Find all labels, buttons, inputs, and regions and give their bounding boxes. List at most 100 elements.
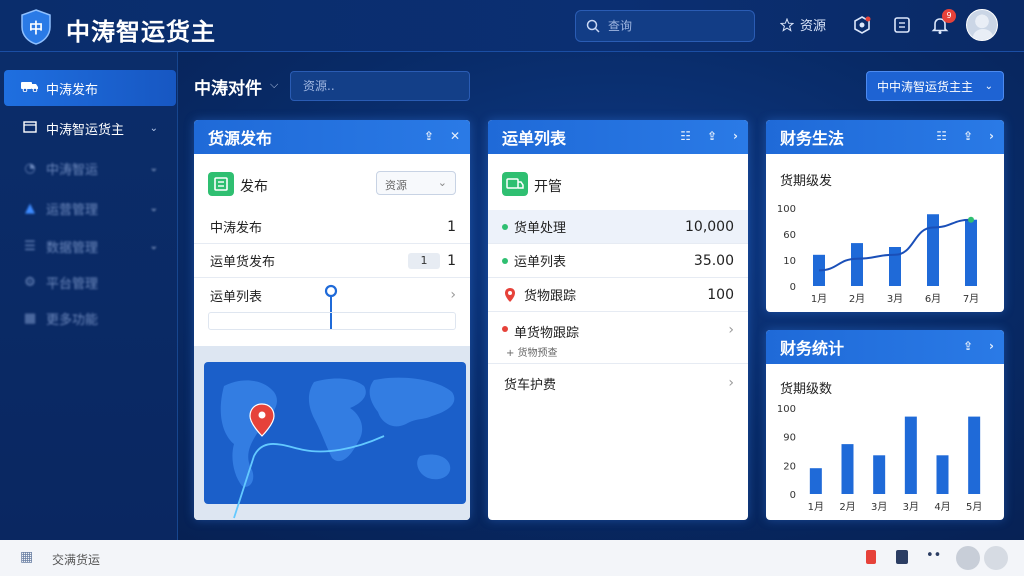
filter-icon[interactable]: ☷ <box>680 129 691 143</box>
sidebar-item-operations[interactable]: ▲ 运营管理 ⌄ <box>4 190 176 226</box>
close-icon[interactable]: ✕ <box>450 129 460 143</box>
bar <box>927 214 939 286</box>
chevron-right-icon[interactable]: › <box>733 129 738 143</box>
table-row[interactable]: 货车护费 › <box>488 366 748 400</box>
y-tick-label: 20 <box>783 461 796 472</box>
export-icon[interactable]: ⇪ <box>963 339 973 353</box>
row-sub-label: + 货物预查 <box>506 348 558 359</box>
chart-subtitle: 货期级数 <box>780 382 833 397</box>
row-value: 10,000 <box>685 218 734 235</box>
sidebar-item-publish[interactable]: 中涛发布 <box>4 70 176 106</box>
section-title[interactable]: 中涛对件 <box>194 74 262 99</box>
row-label: 货车护费 <box>504 377 557 393</box>
table-row[interactable]: 货单处理 10,000 <box>488 210 748 244</box>
panel-finance-bottom: 财务统计 ⇪ › 货期级数 100 90 20 0 1月 2月 3月 3月 4月 5月 <box>766 330 1004 520</box>
panel-title: 运单列表 <box>502 129 567 148</box>
alert-icon[interactable] <box>866 550 876 564</box>
sidebar-item-owner[interactable]: 中涛智运货主 ⌄ <box>4 110 176 146</box>
more-icon[interactable]: •• <box>926 548 941 563</box>
chevron-down-icon: ⌄ <box>437 176 447 189</box>
x-tick-label: 1月 <box>811 293 827 305</box>
chevron-down-icon: ⌄ <box>149 202 158 214</box>
bar <box>904 416 917 494</box>
bar <box>965 219 977 286</box>
header-search-input[interactable] <box>608 19 738 33</box>
resource-search-input[interactable] <box>303 79 453 93</box>
row-tag: 1 <box>408 253 440 269</box>
chevron-down-icon[interactable]: ⌵ <box>270 78 278 92</box>
resource-menu[interactable]: 资源 <box>780 15 826 34</box>
resource-label: 资源 <box>800 19 827 34</box>
location-pin-icon <box>505 287 515 302</box>
y-tick-label: 0 <box>790 490 796 501</box>
sidebar-item-label: 平台管理 <box>46 276 99 292</box>
chevron-right-icon: › <box>728 322 734 338</box>
search-icon <box>586 19 600 33</box>
chevron-down-icon: ⌄ <box>149 240 158 252</box>
panel-header: 财务生法 ☷ ⇪ › <box>766 120 1004 154</box>
sidebar-item-platform[interactable]: ⚙ 平台管理 <box>4 264 176 300</box>
user-avatar[interactable] <box>966 9 998 41</box>
truck-icon <box>20 80 40 96</box>
status-dot <box>502 257 508 264</box>
row-label: 运单货发布 <box>210 255 276 270</box>
hexagon-settings-icon[interactable] <box>852 15 872 35</box>
bar <box>889 247 901 286</box>
x-tick-label: 3月 <box>887 293 903 305</box>
x-tick-label: 3月 <box>871 501 887 513</box>
table-row[interactable]: 单货物跟踪 + 货物预查 › <box>488 312 748 364</box>
chevron-right-icon: › <box>728 375 734 391</box>
map-container[interactable] <box>194 346 470 520</box>
x-tick-label: 6月 <box>925 293 941 305</box>
chevron-right-icon[interactable]: › <box>989 339 994 353</box>
panel-title: 财务生法 <box>780 129 845 148</box>
sidebar-item-data[interactable]: ☰ 数据管理 ⌄ <box>4 228 176 264</box>
table-row[interactable]: 货物跟踪 100 <box>488 278 748 312</box>
export-icon[interactable]: ⇪ <box>707 129 717 143</box>
cargo-icon <box>20 119 40 137</box>
export-icon[interactable]: ⇪ <box>424 129 434 143</box>
y-tick-label: 0 <box>790 282 796 293</box>
sidebar-item-zhiyun[interactable]: ◔ 中涛智运 ⌄ <box>4 150 176 186</box>
owner-select[interactable]: 中中涛智运货主主 ⌄ <box>866 71 1004 101</box>
world-map[interactable] <box>194 346 470 520</box>
y-tick-label: 60 <box>783 230 796 241</box>
bar <box>873 455 886 494</box>
footer-bar: ▦ 交满货运 •• <box>0 540 1024 576</box>
avatar[interactable] <box>984 546 1008 570</box>
y-tick-label: 100 <box>777 204 796 215</box>
list-item[interactable]: 中涛发布 1 <box>194 210 470 244</box>
waybill-sub-label: 开管 <box>534 179 562 195</box>
notification-badge: 9 <box>942 9 956 23</box>
star-icon <box>780 17 794 32</box>
export-icon[interactable]: ⇪ <box>963 129 973 143</box>
filter-icon[interactable]: ☷ <box>936 129 947 143</box>
document-icon[interactable] <box>892 15 912 35</box>
panel-header: 财务统计 ⇪ › <box>766 330 1004 364</box>
x-tick-label: 5月 <box>966 501 982 513</box>
x-tick-label: 1月 <box>808 501 824 513</box>
sidebar-item-label: 中涛智运 <box>46 162 99 178</box>
table-row[interactable]: 运单列表 35.00 <box>488 244 748 278</box>
sidebar-item-label: 运营管理 <box>46 202 99 218</box>
chevron-right-icon[interactable]: › <box>989 129 994 143</box>
header-search[interactable] <box>575 10 755 42</box>
grid-icon: ▦ <box>23 310 37 326</box>
list-item[interactable]: 运单货发布 1 1 <box>194 244 470 278</box>
y-tick-label: 10 <box>783 256 796 267</box>
document-icon[interactable] <box>896 550 908 564</box>
avatar[interactable] <box>956 546 980 570</box>
x-tick-label: 3月 <box>903 501 919 513</box>
panel-title: 财务统计 <box>780 339 845 358</box>
owner-select-value: 中中涛智运货主主 <box>877 79 974 94</box>
row-label: 货单处理 <box>514 221 567 236</box>
publish-type-select[interactable]: 资源 ⌄ <box>376 171 456 195</box>
sidebar-item-label: 中涛智运货主 <box>46 122 125 138</box>
sidebar-item-more[interactable]: ▦ 更多功能 <box>4 300 176 336</box>
resource-search[interactable] <box>290 71 470 101</box>
select-value: 资源 <box>385 179 407 192</box>
triangle-icon: ▲ <box>25 200 35 216</box>
panel-header: 运单列表 ☷ ⇪ › <box>488 120 748 154</box>
chevron-down-icon: ⌄ <box>984 80 993 92</box>
progress-track <box>208 312 456 330</box>
